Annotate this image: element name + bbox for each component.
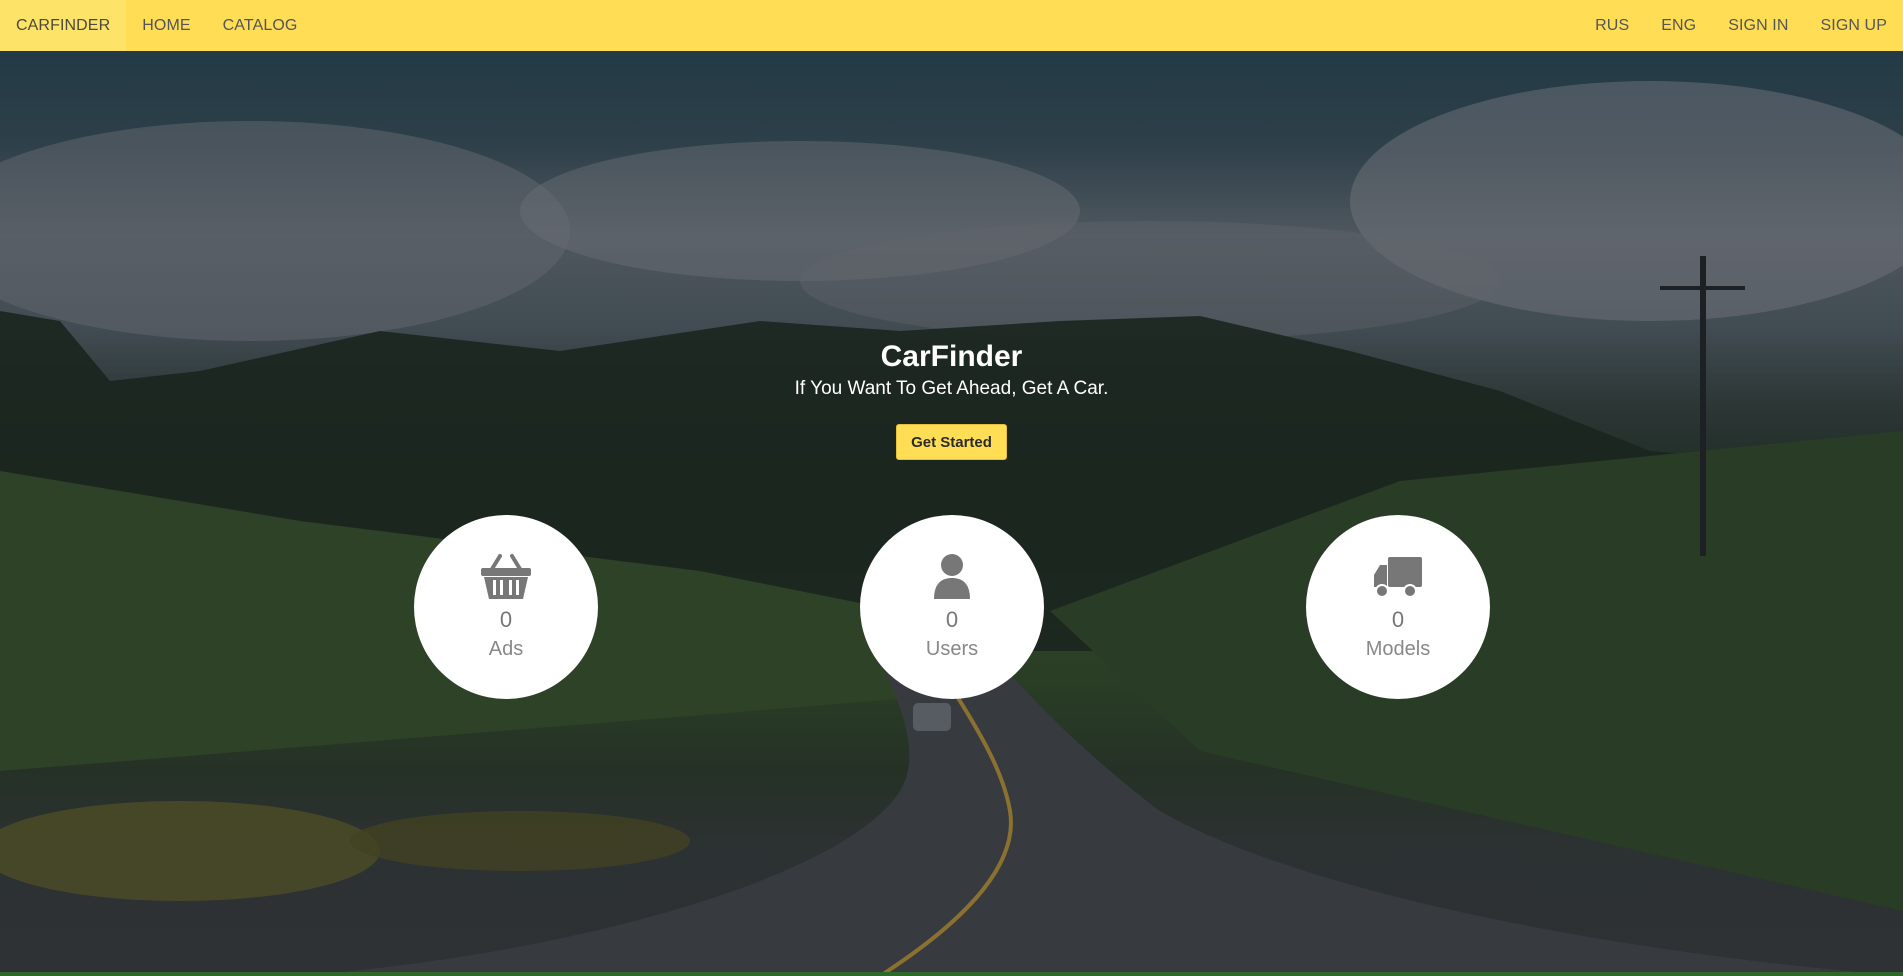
- models-count: 0: [1391, 607, 1405, 632]
- nav-home-link[interactable]: HOME: [126, 0, 206, 51]
- users-count: 0: [945, 607, 959, 632]
- models-label: Models: [1365, 638, 1431, 660]
- user-icon: [924, 553, 980, 601]
- stat-ads-card: 0 Ads: [414, 515, 598, 699]
- bottom-strip: [0, 972, 1903, 976]
- truck-icon: [1370, 553, 1426, 601]
- lang-rus-link[interactable]: RUS: [1579, 0, 1645, 51]
- stat-users-card: 0 Users: [860, 515, 1044, 699]
- ads-label: Ads: [488, 638, 524, 660]
- stat-models-card: 0 Models: [1306, 515, 1490, 699]
- basket-icon: [478, 553, 534, 601]
- hero-subtitle: If You Want To Get Ahead, Get A Car.: [794, 378, 1109, 399]
- lang-eng-link[interactable]: ENG: [1645, 0, 1712, 51]
- sign-in-link[interactable]: SIGN IN: [1712, 0, 1804, 51]
- ads-count: 0: [499, 607, 513, 632]
- nav-left-group: CARFINDER HOME CATALOG: [0, 0, 313, 51]
- get-started-button[interactable]: Get Started: [896, 424, 1007, 460]
- users-label: Users: [925, 638, 979, 660]
- top-navbar: CARFINDER HOME CATALOG RUS ENG SIGN IN S…: [0, 0, 1903, 51]
- sign-up-link[interactable]: SIGN UP: [1805, 0, 1903, 51]
- nav-catalog-link[interactable]: CATALOG: [207, 0, 314, 51]
- hero-dim-overlay: [0, 51, 1903, 976]
- hero-title: CarFinder: [880, 340, 1023, 373]
- hero-background: [0, 51, 1903, 976]
- nav-right-group: RUS ENG SIGN IN SIGN UP: [1579, 0, 1903, 51]
- brand-link[interactable]: CARFINDER: [0, 0, 127, 51]
